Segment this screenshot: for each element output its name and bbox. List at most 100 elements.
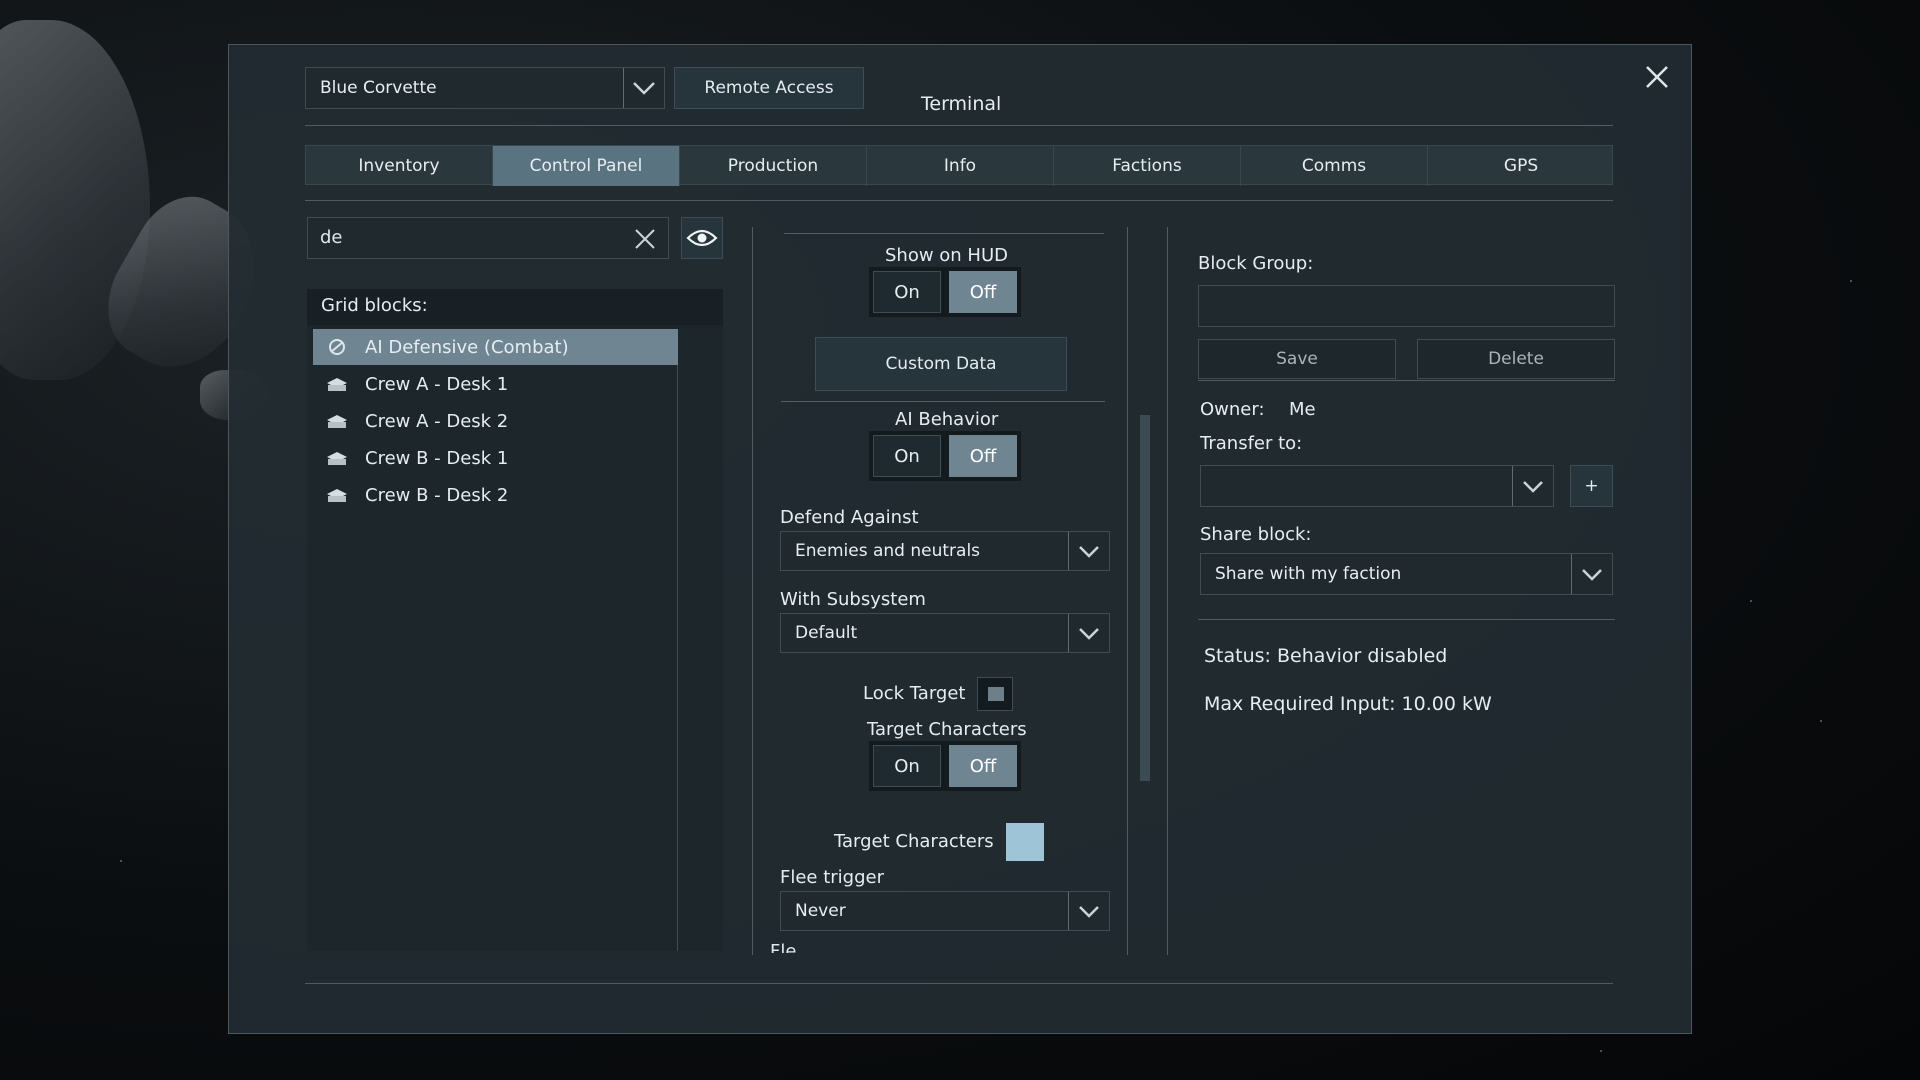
lock-target-label: Lock Target: [863, 683, 966, 704]
tab-comms[interactable]: Comms: [1241, 146, 1428, 186]
right-panel-border: [1167, 227, 1168, 955]
tab-production[interactable]: Production: [680, 146, 867, 186]
chevron-down-icon: [623, 68, 664, 108]
grid-select-dropdown[interactable]: Blue Corvette: [305, 67, 665, 109]
tab-inventory[interactable]: Inventory: [306, 146, 493, 186]
flee-trigger-label: Flee trigger: [780, 867, 885, 888]
grid-blocks-title: Grid blocks:: [321, 295, 428, 316]
grid-blocks-list: AI Defensive (Combat) Crew A - Desk 1 Cr…: [313, 329, 678, 951]
ai-behavior-off-button[interactable]: Off: [949, 435, 1017, 477]
desk-icon: [327, 415, 347, 428]
chevron-down-icon: [1571, 554, 1612, 594]
share-block-dropdown[interactable]: Share with my faction: [1200, 553, 1613, 595]
transfer-add-button[interactable]: +: [1570, 465, 1613, 507]
desk-icon: [327, 378, 347, 391]
transfer-label: Transfer to:: [1200, 433, 1303, 454]
target-characters-checkbox[interactable]: [1006, 823, 1044, 861]
defend-against-value: Enemies and neutrals: [795, 541, 981, 561]
show-on-hud-on-button[interactable]: On: [873, 271, 941, 313]
grid-blocks-header: Grid blocks:: [307, 289, 723, 325]
star: [1850, 280, 1852, 282]
visibility-toggle-button[interactable]: [681, 217, 723, 259]
controls-top-divider: [784, 233, 1104, 234]
grid-select-value: Blue Corvette: [320, 78, 437, 98]
tabs-divider: [305, 200, 1613, 201]
tab-bar: Inventory Control Panel Production Info …: [305, 145, 1614, 186]
checkbox-mark: [988, 687, 1004, 701]
share-block-label: Share block:: [1200, 524, 1312, 545]
lock-target-checkbox[interactable]: [977, 677, 1013, 711]
list-item-label: AI Defensive (Combat): [365, 336, 569, 358]
list-item[interactable]: Crew B - Desk 2: [313, 477, 678, 513]
owner-value: Me: [1289, 399, 1316, 420]
with-subsystem-label: With Subsystem: [780, 589, 926, 610]
with-subsystem-dropdown[interactable]: Default: [780, 613, 1110, 653]
search-input[interactable]: de: [320, 227, 343, 248]
terminal-window: Blue Corvette Remote Access Terminal Inv…: [228, 44, 1692, 1034]
cut-off-label: Fle...: [770, 943, 870, 953]
tab-info[interactable]: Info: [867, 146, 1054, 186]
list-item[interactable]: AI Defensive (Combat): [313, 329, 678, 365]
star: [1750, 600, 1752, 602]
show-on-hud-toggle: On Off: [869, 267, 1021, 317]
custom-data-button[interactable]: Custom Data: [815, 337, 1067, 391]
show-on-hud-label: Show on HUD: [885, 245, 1009, 266]
defend-against-dropdown[interactable]: Enemies and neutrals: [780, 531, 1110, 571]
save-button[interactable]: Save: [1198, 339, 1396, 379]
ai-block-icon: [329, 339, 345, 355]
save-delete-divider: [1198, 380, 1615, 381]
controls-panel-right-border: [1127, 227, 1128, 955]
ai-behavior-on-button[interactable]: On: [873, 435, 941, 477]
owner-label: Owner:: [1200, 399, 1265, 420]
tab-control-panel[interactable]: Control Panel: [493, 146, 680, 186]
clear-search-icon[interactable]: [634, 228, 656, 254]
chevron-down-icon: [1068, 892, 1109, 930]
list-item-label: Crew B - Desk 1: [365, 447, 509, 469]
controls-scrollbar[interactable]: [1140, 415, 1150, 781]
search-field[interactable]: de: [307, 217, 669, 259]
with-subsystem-value: Default: [795, 623, 858, 643]
list-item[interactable]: Crew A - Desk 2: [313, 403, 678, 439]
controls-divider: [781, 401, 1105, 402]
header-divider: [305, 125, 1613, 126]
share-divider: [1198, 619, 1615, 620]
tab-gps[interactable]: GPS: [1428, 146, 1614, 186]
target-characters-check-label: Target Characters: [834, 831, 994, 852]
ai-behavior-label: AI Behavior: [895, 409, 999, 430]
target-characters-off-button[interactable]: Off: [949, 745, 1017, 787]
close-icon[interactable]: [1643, 63, 1671, 91]
window-title: Terminal: [921, 93, 1002, 115]
list-item-label: Crew A - Desk 2: [365, 410, 509, 432]
desk-icon: [327, 489, 347, 502]
list-item[interactable]: Crew B - Desk 1: [313, 440, 678, 476]
chevron-down-icon: [1512, 466, 1553, 506]
share-block-value: Share with my faction: [1215, 564, 1402, 584]
list-item-label: Crew A - Desk 1: [365, 373, 509, 395]
controls-panel-left-border: [752, 227, 753, 955]
target-characters-on-button[interactable]: On: [873, 745, 941, 787]
cut-off-label-text: Fle...: [770, 943, 870, 953]
remote-access-button[interactable]: Remote Access: [674, 67, 864, 109]
delete-button[interactable]: Delete: [1417, 339, 1615, 379]
ai-behavior-toggle: On Off: [869, 431, 1021, 481]
defend-against-label: Defend Against: [780, 507, 919, 528]
star: [1820, 720, 1822, 722]
target-characters-label: Target Characters: [867, 719, 1027, 740]
list-item[interactable]: Crew A - Desk 1: [313, 366, 678, 402]
grid-blocks-panel: Grid blocks: AI Defensive (Combat) Crew …: [307, 289, 723, 951]
flee-trigger-dropdown[interactable]: Never: [780, 891, 1110, 931]
list-item-label: Crew B - Desk 2: [365, 484, 509, 506]
desk-icon: [327, 452, 347, 465]
star: [120, 860, 122, 862]
show-on-hud-off-button[interactable]: Off: [949, 271, 1017, 313]
max-input-text: Max Required Input: 10.00 kW: [1204, 693, 1492, 715]
block-group-label: Block Group:: [1198, 253, 1314, 274]
flee-trigger-value: Never: [795, 901, 846, 921]
block-group-input[interactable]: [1198, 285, 1615, 327]
chevron-down-icon: [1068, 532, 1109, 570]
star: [1600, 1050, 1602, 1052]
footer-divider: [305, 983, 1613, 984]
transfer-dropdown[interactable]: [1200, 465, 1554, 507]
status-text: Status: Behavior disabled: [1204, 645, 1448, 667]
tab-factions[interactable]: Factions: [1054, 146, 1241, 186]
